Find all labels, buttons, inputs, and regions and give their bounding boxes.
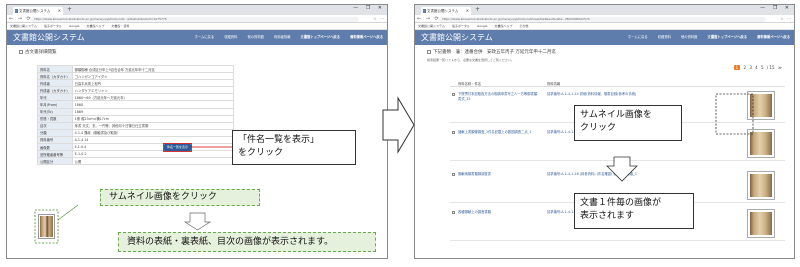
thumb-highlight-right [715, 93, 754, 135]
thumb-highlight-left [34, 209, 59, 244]
callout-single-image: 文書１件毎の画像が 表示されます [574, 193, 694, 229]
down-arrow-right [606, 156, 638, 182]
callout-thumb-right: サムネイル画像を クリック [574, 105, 682, 141]
down-arrow-left [183, 212, 212, 231]
callout-thumb-left: サムネイル画像をクリック [100, 189, 260, 206]
button-highlight [163, 143, 192, 152]
thumb-pointer-left [57, 204, 79, 221]
right-arrow [382, 96, 415, 154]
callout-show-list: 「件名一覧を表示」 をクリック [232, 130, 356, 165]
callout-cover-images: 資料の表紙・裏表紙、目次の画像が表示されます。 [118, 232, 376, 252]
